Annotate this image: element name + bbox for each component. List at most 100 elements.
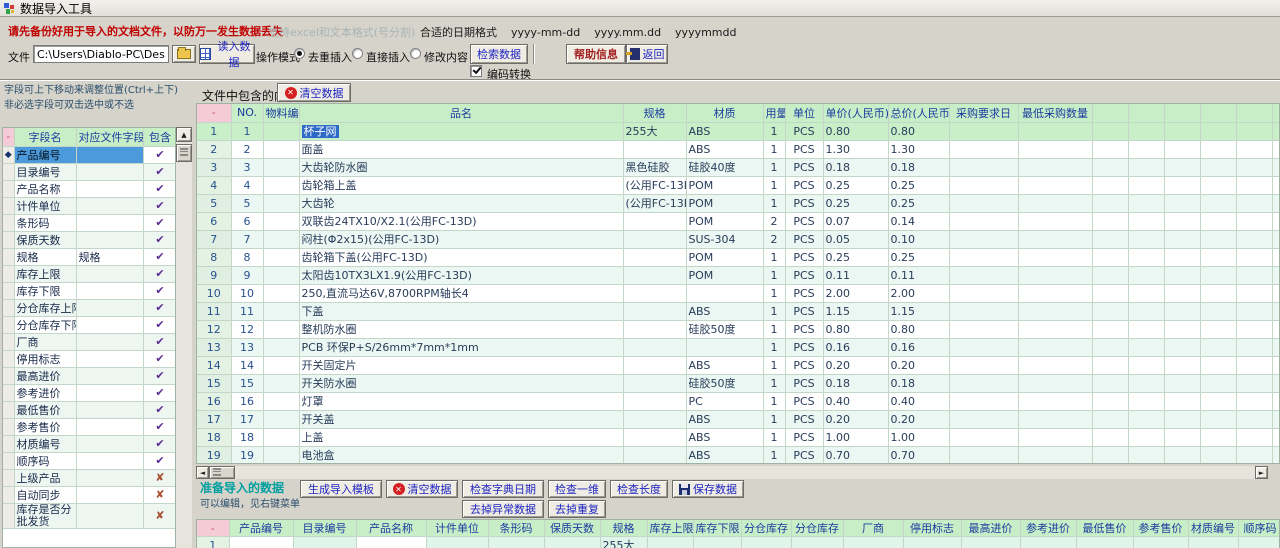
product-cell[interactable] bbox=[949, 302, 1018, 320]
clear-data-button-top[interactable]: ✕ 清空数据 bbox=[277, 83, 351, 102]
product-cell[interactable]: ABS bbox=[686, 122, 763, 140]
check-dimension-button[interactable]: 检查一维 bbox=[548, 480, 606, 498]
import-cell[interactable] bbox=[544, 537, 600, 548]
field-row[interactable]: 停用标志✔ bbox=[3, 350, 176, 367]
product-row[interactable]: 1111下盖ABS1PCS1.151.15 bbox=[197, 302, 1280, 320]
product-name-cell[interactable]: 杯子网 bbox=[299, 122, 623, 140]
product-cell[interactable] bbox=[949, 230, 1018, 248]
product-cell[interactable] bbox=[1200, 428, 1236, 446]
product-cell[interactable]: 0.18 bbox=[888, 374, 949, 392]
file-path-input[interactable] bbox=[33, 45, 169, 63]
product-cell[interactable] bbox=[1092, 266, 1128, 284]
product-cell[interactable]: 0.40 bbox=[823, 392, 888, 410]
radio-modify-content[interactable] bbox=[410, 48, 421, 59]
product-cell[interactable]: 9 bbox=[231, 266, 263, 284]
product-cell[interactable]: 0.20 bbox=[823, 356, 888, 374]
product-cell[interactable] bbox=[1272, 338, 1280, 356]
product-row[interactable]: 1010250,直流马达6V,8700RPM轴长41PCS2.002.00 bbox=[197, 284, 1280, 302]
product-cell[interactable] bbox=[1164, 248, 1200, 266]
included-check-icon[interactable]: ✔ bbox=[143, 299, 176, 316]
product-row[interactable]: 1414开关固定片ABS1PCS0.200.20 bbox=[197, 356, 1280, 374]
product-cell[interactable]: 11 bbox=[197, 302, 231, 320]
product-name-cell[interactable]: 电池盒 bbox=[299, 446, 623, 464]
file-field-cell[interactable] bbox=[76, 384, 143, 401]
field-row[interactable]: 最低售价✔ bbox=[3, 401, 176, 418]
file-field-cell[interactable] bbox=[76, 452, 143, 469]
product-cell[interactable] bbox=[1128, 320, 1164, 338]
product-cell[interactable] bbox=[1272, 122, 1280, 140]
product-cell[interactable] bbox=[263, 212, 299, 230]
product-cell[interactable]: 0.10 bbox=[888, 230, 949, 248]
import-cell[interactable] bbox=[903, 537, 961, 548]
included-check-icon[interactable]: ✔ bbox=[143, 452, 176, 469]
product-cell[interactable]: 10 bbox=[231, 284, 263, 302]
product-cell[interactable] bbox=[1092, 158, 1128, 176]
product-cell[interactable] bbox=[686, 284, 763, 302]
check-length-button[interactable]: 检查长度 bbox=[610, 480, 668, 498]
product-cell[interactable] bbox=[1018, 302, 1092, 320]
product-cell[interactable] bbox=[949, 212, 1018, 230]
product-cell[interactable] bbox=[263, 446, 299, 464]
included-check-icon[interactable]: ✔ bbox=[143, 231, 176, 248]
product-cell[interactable]: 0.80 bbox=[888, 320, 949, 338]
import-cell[interactable] bbox=[1076, 537, 1133, 548]
product-cell[interactable] bbox=[623, 230, 686, 248]
help-button[interactable]: 帮助信息 bbox=[566, 44, 626, 64]
product-cell[interactable] bbox=[623, 302, 686, 320]
product-cell[interactable] bbox=[1128, 338, 1164, 356]
product-cell[interactable] bbox=[1128, 158, 1164, 176]
product-name-cell[interactable]: 250,直流马达6V,8700RPM轴长4 bbox=[299, 284, 623, 302]
product-cell[interactable] bbox=[1236, 230, 1272, 248]
field-row[interactable]: 库存上限✔ bbox=[3, 265, 176, 282]
product-cell[interactable]: PCS bbox=[785, 374, 823, 392]
product-cell[interactable] bbox=[1200, 410, 1236, 428]
product-cell[interactable]: 16 bbox=[197, 392, 231, 410]
product-cell[interactable] bbox=[1164, 176, 1200, 194]
scroll-left-icon[interactable]: ◄ bbox=[196, 466, 209, 479]
search-data-button[interactable]: 检索数据 bbox=[470, 44, 528, 64]
product-cell[interactable] bbox=[949, 392, 1018, 410]
product-cell[interactable] bbox=[1128, 410, 1164, 428]
product-cell[interactable]: 5 bbox=[231, 194, 263, 212]
product-cell[interactable]: 17 bbox=[231, 410, 263, 428]
product-cell[interactable] bbox=[1018, 284, 1092, 302]
product-cell[interactable]: 0.18 bbox=[823, 374, 888, 392]
product-cell[interactable] bbox=[1128, 374, 1164, 392]
included-check-icon[interactable]: ✔ bbox=[143, 180, 176, 197]
product-cell[interactable]: 1 bbox=[763, 320, 785, 338]
product-cell[interactable] bbox=[1128, 284, 1164, 302]
product-name-cell[interactable]: 下盖 bbox=[299, 302, 623, 320]
product-cell[interactable] bbox=[1236, 158, 1272, 176]
product-cell[interactable]: ABS bbox=[686, 356, 763, 374]
product-cell[interactable]: 硅胶40度 bbox=[686, 158, 763, 176]
product-cell[interactable]: 8 bbox=[197, 248, 231, 266]
product-cell[interactable]: 1.00 bbox=[888, 428, 949, 446]
product-cell[interactable]: PCS bbox=[785, 248, 823, 266]
product-cell[interactable] bbox=[1164, 338, 1200, 356]
excluded-x-icon[interactable]: ✘ bbox=[143, 503, 176, 528]
product-cell[interactable]: 2 bbox=[231, 140, 263, 158]
product-cell[interactable] bbox=[1272, 428, 1280, 446]
product-cell[interactable]: 7 bbox=[231, 230, 263, 248]
product-cell[interactable] bbox=[1018, 176, 1092, 194]
product-cell[interactable]: 黑色硅胶 bbox=[623, 158, 686, 176]
product-cell[interactable] bbox=[263, 284, 299, 302]
file-field-cell[interactable] bbox=[76, 316, 143, 333]
product-cell[interactable]: 1 bbox=[763, 410, 785, 428]
field-name-cell[interactable]: 产品名称 bbox=[14, 180, 76, 197]
product-cell[interactable] bbox=[1200, 194, 1236, 212]
field-row[interactable]: 分仓库存上限✔ bbox=[3, 299, 176, 316]
product-cell[interactable] bbox=[1272, 140, 1280, 158]
product-cell[interactable] bbox=[949, 374, 1018, 392]
product-name-cell[interactable]: 大齿轮 bbox=[299, 194, 623, 212]
hscrollbar-thumb[interactable] bbox=[209, 466, 235, 479]
product-cell[interactable]: 13 bbox=[197, 338, 231, 356]
product-cell[interactable]: PC bbox=[686, 392, 763, 410]
product-cell[interactable] bbox=[949, 284, 1018, 302]
product-cell[interactable] bbox=[1092, 122, 1128, 140]
field-row[interactable]: ◆产品编号✔ bbox=[3, 146, 176, 163]
included-check-icon[interactable]: ✔ bbox=[143, 384, 176, 401]
return-button[interactable]: 返回 bbox=[626, 44, 668, 64]
product-cell[interactable] bbox=[1200, 320, 1236, 338]
generate-template-button[interactable]: 生成导入模板 bbox=[300, 480, 382, 498]
